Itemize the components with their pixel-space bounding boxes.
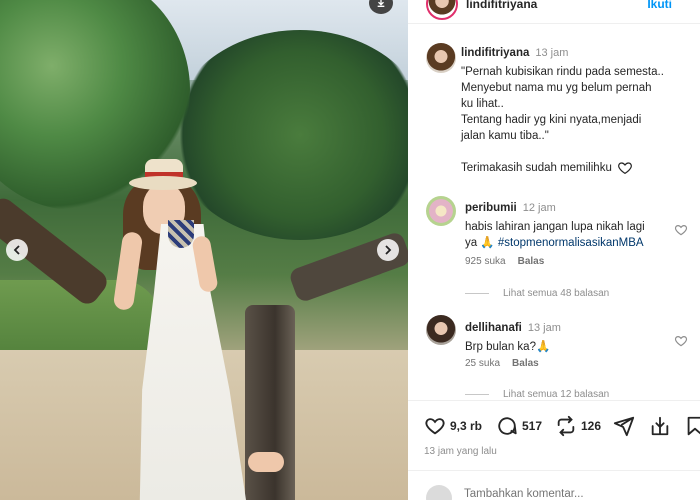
gift-icon [651,416,669,436]
like-comment-icon[interactable] [674,223,688,237]
like-count: 9,3 rb [450,419,483,433]
reply-button[interactable]: Balas [518,256,545,267]
repost-count: 126 [581,419,602,433]
like-comment-icon[interactable] [674,334,688,348]
view-replies-button[interactable]: Lihat semua 12 balasan [465,389,609,400]
chevron-left-icon [13,245,20,255]
comment-meta: 925 suka Balas [465,256,544,267]
save-icon [687,416,700,436]
gift-button[interactable] [649,415,671,437]
header-username[interactable]: lindifitriyana [466,0,537,11]
comment-dellihanafi: dellihanafi 13 jam Brp bulan ka?🙏 [465,318,685,355]
comment-text: Brp bulan ka?🙏 [465,341,551,353]
comment-time: 12 jam [522,202,556,214]
comment-meta: 25 suka Balas [465,358,539,369]
avatar [426,485,452,500]
caption-text: "Pernah kubisikan rindu pada semesta.. M… [461,66,664,175]
post-header: lindifitriyana Ikuti [408,0,700,24]
caption-time: 13 jam [535,47,569,59]
share-button[interactable] [613,415,635,437]
comment-text: habis lahiran jangan lupa nikah lagi ya … [465,221,645,249]
next-image-button[interactable] [377,239,399,261]
comment-username[interactable]: peribumii [465,202,517,214]
comment-likes[interactable]: 925 suka [465,256,506,267]
tree-foliage-right [170,30,408,240]
avatar[interactable] [426,0,458,20]
heart-outline-icon [617,162,632,175]
comment-count: 517 [522,419,543,433]
caption-thanks: Terimakasih sudah memilihku [461,162,612,174]
comment-icon [498,417,517,435]
comment-button[interactable]: 517 [496,415,542,437]
comment-peribumii: peribumii 12 jam habis lahiran jangan lup… [465,198,685,251]
view-replies-button[interactable]: Lihat semua 48 balasan [465,288,609,299]
action-bar: 9,3 rb 517 126 [408,400,700,440]
save-button[interactable] [684,415,700,437]
add-comment-bar [408,470,700,500]
comments-panel: lindifitriyana Ikuti lindifitriyana 13 ja… [408,0,700,500]
caption-username[interactable]: lindifitriyana [461,47,529,59]
like-button[interactable]: 9,3 rb [424,415,482,437]
comment-avatar-dellihanafi[interactable] [426,315,456,345]
post-timestamp: 13 jam yang lalu [424,446,497,457]
repost-icon [557,415,575,437]
repost-button[interactable]: 126 [555,415,601,437]
post-photo [0,0,408,500]
chevron-right-icon [385,245,392,255]
hashtag-link[interactable]: #stopmenormalisasikanMBA [498,237,644,249]
reply-button[interactable]: Balas [512,358,539,369]
comment-avatar-peribumii[interactable] [426,196,456,226]
share-icon [613,416,635,437]
caption-avatar[interactable] [426,43,456,73]
comment-likes[interactable]: 25 suka [465,358,500,369]
comment-input[interactable] [464,488,644,500]
follow-button[interactable]: Ikuti [647,0,672,11]
prev-image-button[interactable] [6,239,28,261]
caption: lindifitriyana 13 jam "Pernah kubisikan r… [461,43,691,176]
comment-username[interactable]: dellihanafi [465,322,522,334]
comment-time: 13 jam [527,322,561,334]
heart-icon [425,418,445,435]
